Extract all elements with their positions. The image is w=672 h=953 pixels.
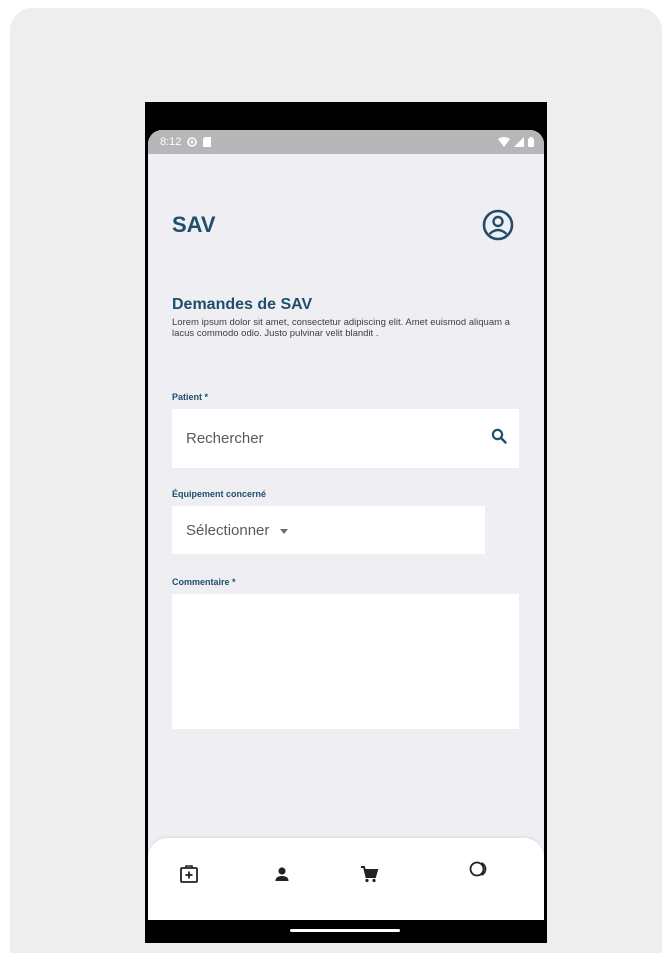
equipment-select-value: Sélectionner [186,521,270,539]
home-indicator[interactable] [290,929,400,932]
wifi-icon [498,137,510,147]
equipment-select[interactable]: Sélectionner [172,506,485,554]
patient-label: Patient * [172,392,209,402]
equipment-label: Équipement concerné [172,489,267,499]
status-time: 8:12 [160,136,182,148]
person-icon [272,864,292,889]
comment-textarea[interactable] [172,594,519,729]
medical-bag-icon [178,863,200,890]
bottom-navigation [148,838,544,920]
signal-icon [514,137,524,147]
nav-profile-button[interactable] [268,862,296,890]
sim-card-icon [203,137,212,147]
account-circle-icon[interactable] [482,209,514,241]
page-title: SAV [172,212,216,237]
app-screen: 8:12 SAV Demandes de SAV Lorem ipsum dol… [148,130,544,920]
patient-search-field[interactable] [172,409,519,468]
battery-icon [528,137,534,147]
caret-down-icon [279,522,289,539]
section-description: Lorem ipsum dolor sit amet, consectetur … [172,317,510,339]
nav-cart-button[interactable] [355,862,383,890]
coins-icon [468,858,490,885]
nav-coins-button[interactable] [465,857,493,885]
notification-dot-icon [187,137,198,147]
nav-medical-bag-button[interactable] [175,862,203,890]
cart-icon [359,864,379,889]
search-icon[interactable] [491,428,507,449]
comment-label: Commentaire * [172,577,236,587]
patient-search-input[interactable] [186,430,446,447]
status-bar: 8:12 [148,130,544,154]
section-title: Demandes de SAV [172,296,313,313]
